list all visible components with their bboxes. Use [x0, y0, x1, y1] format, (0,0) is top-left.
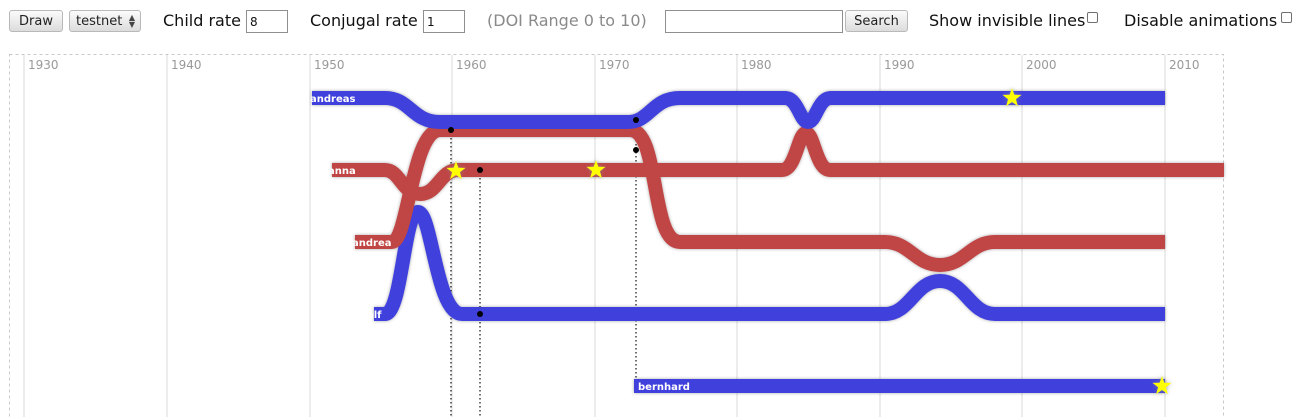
event-dots [448, 117, 639, 317]
event-dot [477, 167, 483, 173]
lifeline-anna [332, 125, 1224, 202]
year-label: 1940 [171, 58, 202, 72]
lifeline-alf [374, 204, 1165, 321]
event-dot [633, 147, 639, 153]
event-dot [633, 117, 639, 123]
year-label: 1960 [456, 58, 487, 72]
year-label: 1980 [741, 58, 772, 72]
year-label: 2000 [1026, 58, 1057, 72]
year-labels: 1930 1940 1950 1960 1970 1980 1990 2000 … [28, 58, 1200, 72]
person-label-alf: alf [367, 310, 382, 321]
person-label-andrea: andrea [352, 238, 392, 249]
lifeline-andrea [355, 123, 1165, 273]
person-labels: andreas anna andrea alf bernhard [310, 94, 690, 393]
year-label: 2010 [1169, 58, 1200, 72]
year-label: 1990 [884, 58, 915, 72]
person-label-andreas: andreas [310, 94, 355, 105]
year-label: 1970 [599, 58, 630, 72]
person-label-bernhard: bernhard [638, 382, 690, 393]
lifelines [312, 91, 1224, 393]
lifeline-andreas [312, 91, 1165, 130]
event-dot [477, 311, 483, 317]
year-label: 1950 [314, 58, 345, 72]
person-label-anna: anna [328, 166, 356, 177]
timeline-chart: 1930 1940 1950 1960 1970 1980 1990 2000 … [9, 54, 1224, 417]
year-label: 1930 [28, 58, 59, 72]
event-dot [448, 127, 454, 133]
